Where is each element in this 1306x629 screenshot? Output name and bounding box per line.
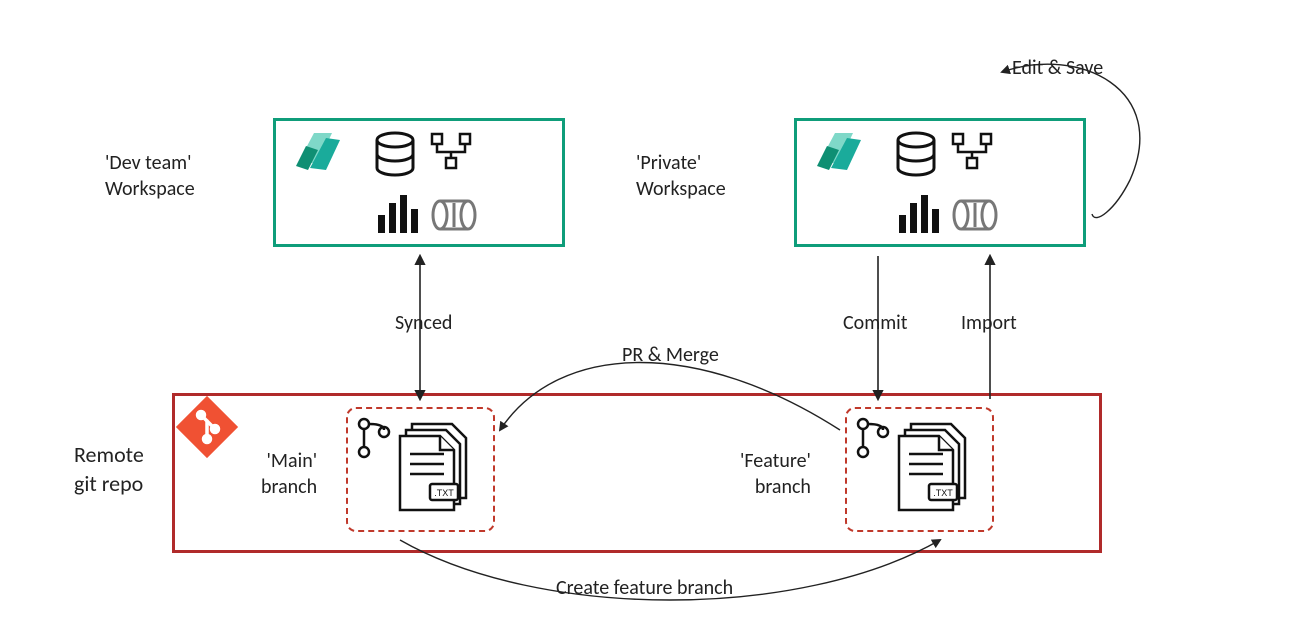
synced-label: Synced [395,310,452,336]
dev-workspace-label: 'Dev team' Workspace [105,150,195,202]
private-workspace-label: 'Private' Workspace [636,150,726,202]
remote-repo-label: Remote git repo [74,441,144,498]
pr-merge-label: PR & Merge [622,342,719,368]
commit-label: Commit [843,310,907,336]
import-label: Import [961,310,1017,336]
main-branch-box [346,407,495,532]
feature-branch-label: 'Feature' branch [740,448,811,500]
main-branch-label: 'Main' branch [261,448,317,500]
diagram-stage: 'Dev team' Workspace 'Private' Workspace… [0,0,1306,629]
private-workspace-box [794,118,1086,247]
edit-save-label: Edit & Save [1012,55,1103,81]
feature-branch-box [845,407,994,532]
create-branch-label: Create feature branch [556,575,733,601]
dev-workspace-box [273,118,565,247]
